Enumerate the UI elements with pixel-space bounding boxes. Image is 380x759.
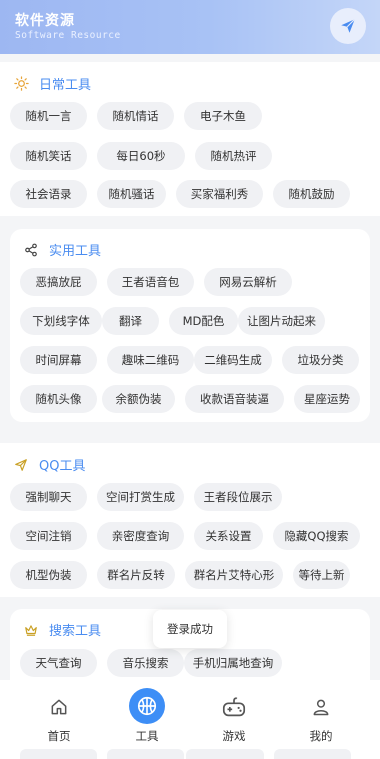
tab-label: 工具 [135, 729, 159, 743]
tool-chip[interactable]: 电子木鱼 [184, 102, 262, 130]
tool-chip[interactable]: 音乐搜索 [107, 649, 184, 677]
tool-chip[interactable]: 收款语音装逼 [185, 385, 284, 413]
send-button[interactable] [330, 8, 366, 44]
tab-games[interactable]: 游戏 [196, 680, 272, 759]
tool-chip[interactable]: 随机一言 [10, 102, 87, 130]
tool-chip[interactable]: 趣味二维码 [107, 346, 194, 374]
tool-chip[interactable]: 恶搞放屁 [20, 268, 97, 296]
tool-chip[interactable]: 随机热评 [195, 142, 272, 170]
tool-chip[interactable]: 二维码生成 [194, 346, 272, 374]
tool-chip[interactable]: 随机情话 [97, 102, 174, 130]
scroll-peek-chip [107, 749, 184, 759]
paper-plane-icon [341, 18, 356, 33]
paper-plane-icon [13, 457, 29, 473]
tool-chip[interactable]: 群名片反转 [97, 561, 175, 589]
section-title: QQ工具 [39, 459, 86, 474]
search-tools-header: 搜索工具 [23, 620, 101, 639]
scroll-peek-chip [274, 749, 351, 759]
tool-chip[interactable]: 天气查询 [20, 649, 97, 677]
tab-label: 我的 [309, 729, 333, 743]
tool-chip[interactable]: 群名片艾特心形 [185, 561, 283, 589]
scroll-peek-chip [20, 749, 97, 759]
tool-chip[interactable]: 空间注销 [10, 522, 87, 550]
tool-chip[interactable]: 空间打赏生成 [97, 483, 184, 511]
section-title: 日常工具 [39, 78, 92, 93]
tool-chip[interactable]: 让图片动起来 [238, 307, 325, 335]
tool-chip[interactable]: 社会语录 [10, 180, 87, 208]
share-icon [23, 242, 39, 258]
tool-chip[interactable]: 下划线字体 [20, 307, 102, 335]
tool-chip[interactable]: 时间屏幕 [20, 346, 97, 374]
tool-chip[interactable]: 买家福利秀 [176, 180, 263, 208]
scroll-peek-chip [186, 749, 264, 759]
basketball-icon [129, 688, 165, 724]
tool-chip[interactable]: 关系设置 [194, 522, 263, 550]
tool-chip[interactable]: 手机归属地查询 [184, 649, 282, 677]
sun-icon [13, 76, 29, 92]
practical-tools-section: 实用工具 恶搞放屁 王者语音包 网易云解析 下划线字体 翻译 MD配色 让图片动… [10, 229, 370, 422]
tool-chip[interactable]: 王者段位展示 [194, 483, 282, 511]
user-icon [308, 694, 334, 720]
tab-tools[interactable]: 工具 [109, 680, 185, 759]
section-title: 实用工具 [49, 244, 102, 259]
tool-chip[interactable]: 星座运势 [294, 385, 360, 413]
qq-tools-header: QQ工具 [13, 455, 85, 474]
tool-chip[interactable]: 王者语音包 [107, 268, 194, 296]
gamepad-icon [221, 694, 247, 720]
daily-tools-section: 日常工具 随机一言 随机情话 电子木鱼 随机笑话 每日60秒 随机热评 社会语录… [0, 62, 380, 216]
practical-tools-header: 实用工具 [23, 240, 101, 259]
tool-chip[interactable]: 随机笑话 [10, 142, 87, 170]
section-title: 搜索工具 [49, 624, 102, 639]
crown-icon [23, 622, 39, 638]
app-title: 软件资源 [15, 13, 75, 29]
tool-chip[interactable]: 隐藏QQ搜索 [273, 522, 360, 550]
tool-chip[interactable]: 翻译 [102, 307, 159, 335]
tool-chip[interactable]: 每日60秒 [97, 142, 185, 170]
tool-chip[interactable]: 亲密度查询 [97, 522, 184, 550]
tool-chip[interactable]: 等待上新 [293, 561, 350, 589]
tool-chip[interactable]: 随机鼓励 [273, 180, 350, 208]
tool-chip[interactable]: 垃圾分类 [282, 346, 359, 374]
tool-chip[interactable]: 网易云解析 [204, 268, 292, 296]
app-header: 软件资源 Software Resource [0, 0, 380, 54]
qq-tools-section: QQ工具 强制聊天 空间打赏生成 王者段位展示 空间注销 亲密度查询 关系设置 … [0, 443, 380, 597]
app-subtitle: Software Resource [15, 30, 121, 41]
tool-chip[interactable]: 机型伪装 [10, 561, 87, 589]
tool-chip[interactable]: 强制聊天 [10, 483, 87, 511]
tool-chip[interactable]: MD配色 [169, 307, 238, 335]
tool-chip[interactable]: 随机骚话 [97, 180, 166, 208]
daily-tools-header: 日常工具 [13, 74, 91, 93]
tab-profile[interactable]: 我的 [283, 680, 359, 759]
tab-home[interactable]: 首页 [21, 680, 97, 759]
toast-message: 登录成功 [153, 610, 227, 648]
bottom-tab-bar: 首页 工具 游戏 我的 [0, 680, 380, 759]
tool-chip[interactable]: 余额伪装 [102, 385, 175, 413]
tab-label: 首页 [47, 729, 71, 743]
tab-label: 游戏 [222, 729, 246, 743]
home-icon [46, 694, 72, 720]
tool-chip[interactable]: 随机头像 [20, 385, 97, 413]
